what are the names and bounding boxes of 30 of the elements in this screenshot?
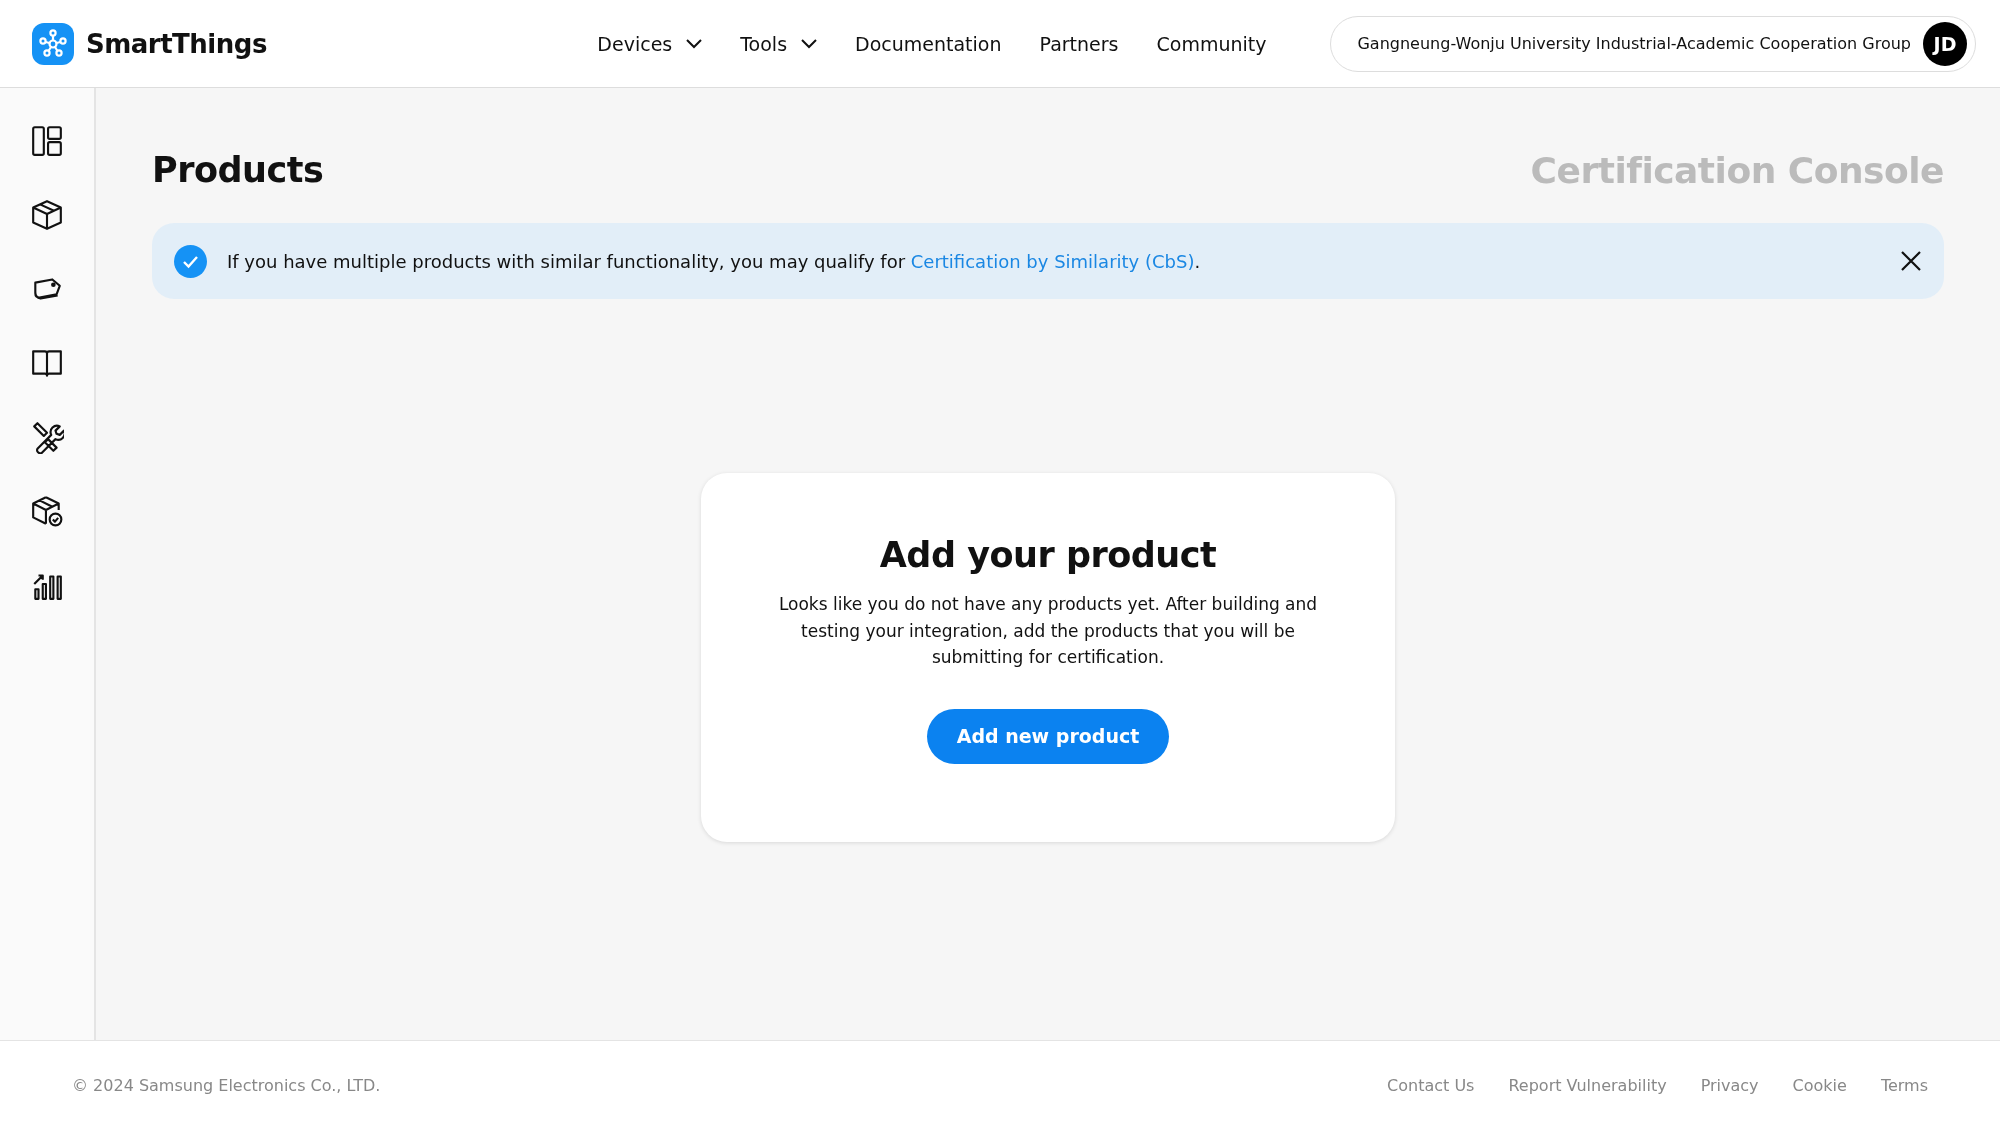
- tools-icon[interactable]: [30, 420, 64, 454]
- add-product-button[interactable]: Add new product: [926, 708, 1170, 764]
- empty-state-title: Add your product: [879, 535, 1217, 575]
- nav-link[interactable]: Partners: [1039, 32, 1119, 55]
- footer-link[interactable]: Cookie: [1792, 1075, 1847, 1095]
- footer-link[interactable]: Terms: [1880, 1075, 1928, 1095]
- close-icon: [1900, 250, 1922, 272]
- empty-state-message: Looks like you do not have any products yet. After building and testing your integration, add the products that you will be submitting for certification.: [777, 593, 1319, 669]
- chevron-down-icon: [686, 38, 703, 49]
- close-button[interactable]: [1900, 250, 1922, 272]
- footer-link[interactable]: Contact Us: [1387, 1075, 1475, 1095]
- box-check-icon[interactable]: [30, 494, 64, 528]
- box-icon[interactable]: [30, 198, 64, 232]
- nav-link[interactable]: Community: [1156, 32, 1267, 55]
- console-title: Certification Console: [1530, 149, 1944, 191]
- copyright-text: © 2024 Samsung Electronics Co., LTD.: [72, 1075, 382, 1095]
- chevron-down-icon: [801, 38, 818, 49]
- avatar[interactable]: JD: [1923, 21, 1967, 66]
- banner-message: If you have multiple products with similar functionality, you may qualify for Certification by Similarity (CbS).: [227, 250, 1202, 272]
- check-circle-icon: [174, 244, 207, 278]
- nav-dropdown[interactable]: Devices: [597, 32, 703, 55]
- nav-link[interactable]: Documentation: [855, 32, 1002, 55]
- brand-name: SmartThings: [86, 28, 267, 59]
- dashboard-icon[interactable]: [30, 124, 64, 158]
- nav-dropdown[interactable]: Tools: [740, 32, 818, 55]
- smartthings-logo-icon: [32, 22, 74, 65]
- footer-link[interactable]: Report Vulnerability: [1508, 1075, 1667, 1095]
- footer-link[interactable]: Privacy: [1700, 1075, 1759, 1095]
- organization-name: Gangneung-Wonju University Industrial-Academic Cooperation Group: [1357, 34, 1911, 53]
- page-title: Products: [152, 150, 324, 190]
